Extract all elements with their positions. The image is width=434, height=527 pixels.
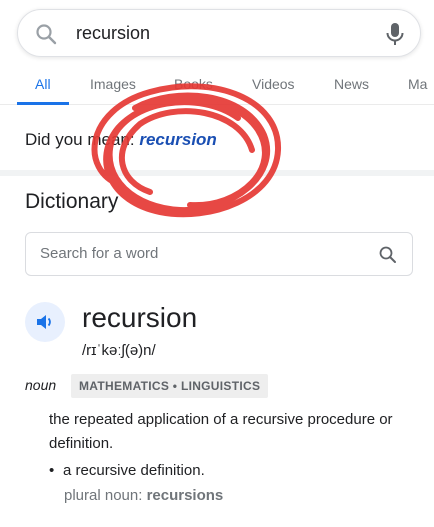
did-you-mean-link[interactable]: recursion	[139, 130, 216, 149]
pronunciation-button[interactable]	[25, 302, 65, 342]
definition: the repeated application of a recursive …	[49, 411, 393, 452]
tab-images[interactable]: Images	[90, 76, 136, 92]
search-input[interactable]: recursion	[76, 23, 150, 44]
active-tab-indicator	[17, 102, 69, 105]
part-of-speech: noun	[25, 377, 57, 393]
bullet: •	[49, 462, 55, 479]
tab-news[interactable]: News	[334, 76, 369, 92]
mic-icon[interactable]	[384, 21, 406, 52]
dictionary-heading: Dictionary	[25, 190, 119, 213]
section-divider	[0, 170, 434, 176]
tab-maps[interactable]: Ma	[408, 76, 427, 92]
word-search-icon[interactable]	[378, 245, 398, 270]
domain-tag: MATHEMATICS • LINGUISTICS	[71, 374, 269, 398]
plural-form: plural noun: recursions	[64, 487, 223, 504]
speaker-icon	[37, 315, 51, 329]
phonetic: /rɪˈkəːʃ(ə)n/	[82, 342, 156, 359]
search-tabs: All Images Books Videos News Ma	[0, 72, 434, 105]
example-text: a recursive definition.	[63, 462, 205, 479]
tab-videos[interactable]: Videos	[252, 76, 295, 92]
search-icon[interactable]	[34, 22, 58, 51]
did-you-mean-label: Did you mean:	[25, 130, 140, 149]
example: • a recursive definition.	[49, 462, 205, 479]
did-you-mean: Did you mean: recursion	[25, 130, 217, 150]
word-search-box[interactable]: Search for a word	[25, 232, 413, 276]
word-search-input[interactable]: Search for a word	[40, 245, 158, 262]
headword: recursion	[82, 302, 198, 333]
tab-books[interactable]: Books	[174, 76, 213, 92]
plural-label: plural noun:	[64, 487, 147, 504]
search-bar[interactable]: recursion	[17, 9, 421, 57]
plural-value: recursions	[146, 487, 224, 504]
tab-all[interactable]: All	[35, 76, 51, 92]
